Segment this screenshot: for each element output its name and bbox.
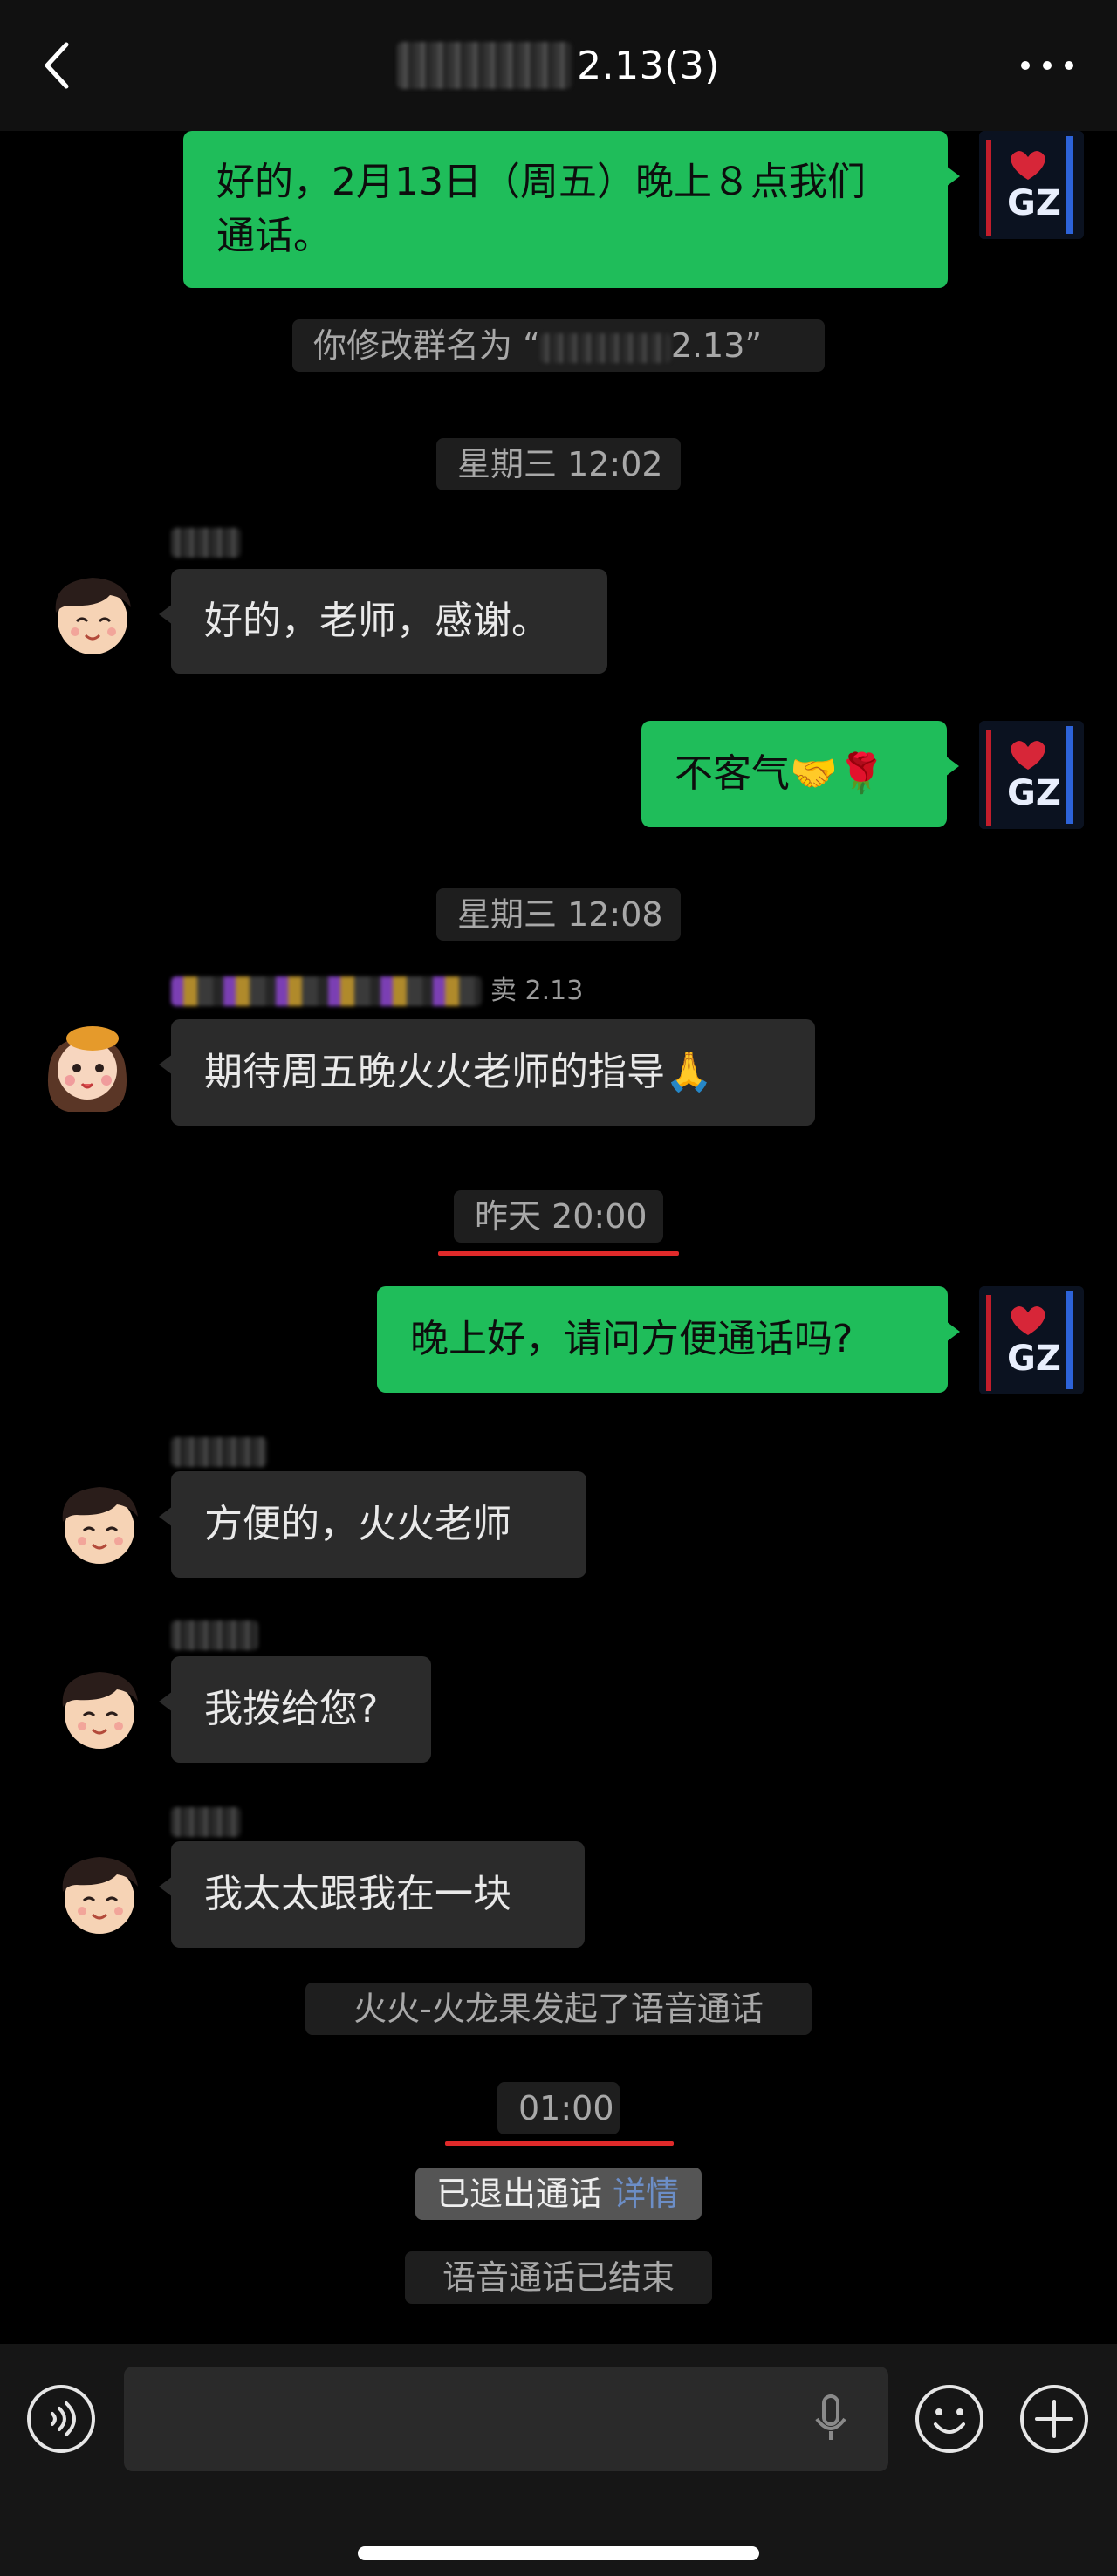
message-bubble-mine[interactable]: 晚上好，请问方便通话吗? <box>377 1286 960 1393</box>
more-dots-icon[interactable] <box>1021 52 1073 79</box>
message-bubble-other[interactable]: 好的，老师，感谢。 <box>159 569 607 674</box>
my-avatar[interactable]: GZ <box>979 131 1084 239</box>
gz-avatar-image: GZ <box>979 1286 1084 1394</box>
sender-name <box>171 1435 267 1470</box>
svg-text:GZ: GZ <box>1007 773 1061 813</box>
sender-name <box>171 525 241 560</box>
message-text-line: 通话。 <box>216 214 332 258</box>
microphone-icon[interactable] <box>796 2384 866 2454</box>
my-avatar[interactable]: GZ <box>979 721 1084 829</box>
sender-name <box>171 1805 241 1840</box>
system-notice-call-start: 火火-火龙果发起了语音通话 <box>305 1983 812 2035</box>
chat-title: 2.13(3) <box>577 43 720 88</box>
system-notice-rename: 你修改群名为 “2.13” <box>292 319 825 372</box>
highlight-underline <box>445 2141 674 2146</box>
svg-text:GZ: GZ <box>1007 183 1061 223</box>
system-notice-left-call: 已退出通话 详情 <box>415 2168 702 2220</box>
sender-name <box>171 1618 258 1653</box>
timestamp: 星期三 12:08 <box>436 888 681 941</box>
details-link[interactable]: 详情 <box>613 2175 679 2213</box>
timestamp: 昨天 20:00 <box>454 1190 663 1243</box>
message-bubble-mine[interactable]: 好的，2月13日（周五）晚上８点我们 通话。 <box>183 131 960 288</box>
avatar-boy[interactable] <box>47 1841 152 1946</box>
message-bubble-other[interactable]: 我拨给您? <box>159 1656 431 1763</box>
input-bar <box>0 2344 1117 2576</box>
message-bubble-other[interactable]: 期待周五晚火火老师的指导🙏 <box>159 1019 815 1126</box>
gz-avatar-image: GZ <box>979 131 1084 239</box>
emoji-icon[interactable] <box>915 2384 984 2454</box>
chat-header: 2.13(3) <box>0 0 1117 131</box>
message-bubble-mine[interactable]: 不客气🤝🌹 <box>641 721 959 827</box>
avatar-boy[interactable] <box>40 562 145 667</box>
redacted-group-name <box>397 42 572 89</box>
chevron-left-icon[interactable] <box>35 39 84 92</box>
system-notice-call-end: 语音通话已结束 <box>405 2251 712 2304</box>
message-bubble-other[interactable]: 方便的，火火老师 <box>159 1471 586 1578</box>
plus-icon[interactable] <box>1019 2384 1089 2454</box>
home-indicator <box>358 2546 759 2560</box>
sender-name: 卖 2.13 <box>171 974 583 1009</box>
highlight-underline <box>438 1251 679 1256</box>
timestamp: 01:00 <box>497 2082 620 2134</box>
timestamp: 星期三 12:02 <box>436 438 681 490</box>
avatar-boy[interactable] <box>47 1471 152 1576</box>
message-bubble-other[interactable]: 我太太跟我在一块 <box>159 1841 585 1948</box>
svg-text:GZ: GZ <box>1007 1339 1061 1379</box>
voice-icon[interactable] <box>26 2384 96 2454</box>
message-input[interactable] <box>124 2367 888 2471</box>
message-list: 好的，2月13日（周五）晚上８点我们 通话。 GZ 你修改群名为 “2.13” … <box>0 131 1117 2344</box>
message-text-line: 好的，2月13日（周五）晚上８点我们 <box>216 160 866 204</box>
sender-name-suffix: 卖 2.13 <box>490 976 584 1006</box>
chat-title-wrap: 2.13(3) <box>397 42 720 89</box>
avatar-boy[interactable] <box>47 1656 152 1761</box>
my-avatar[interactable]: GZ <box>979 1286 1084 1394</box>
gz-avatar-image: GZ <box>979 721 1084 829</box>
avatar-girl[interactable] <box>35 1012 140 1117</box>
